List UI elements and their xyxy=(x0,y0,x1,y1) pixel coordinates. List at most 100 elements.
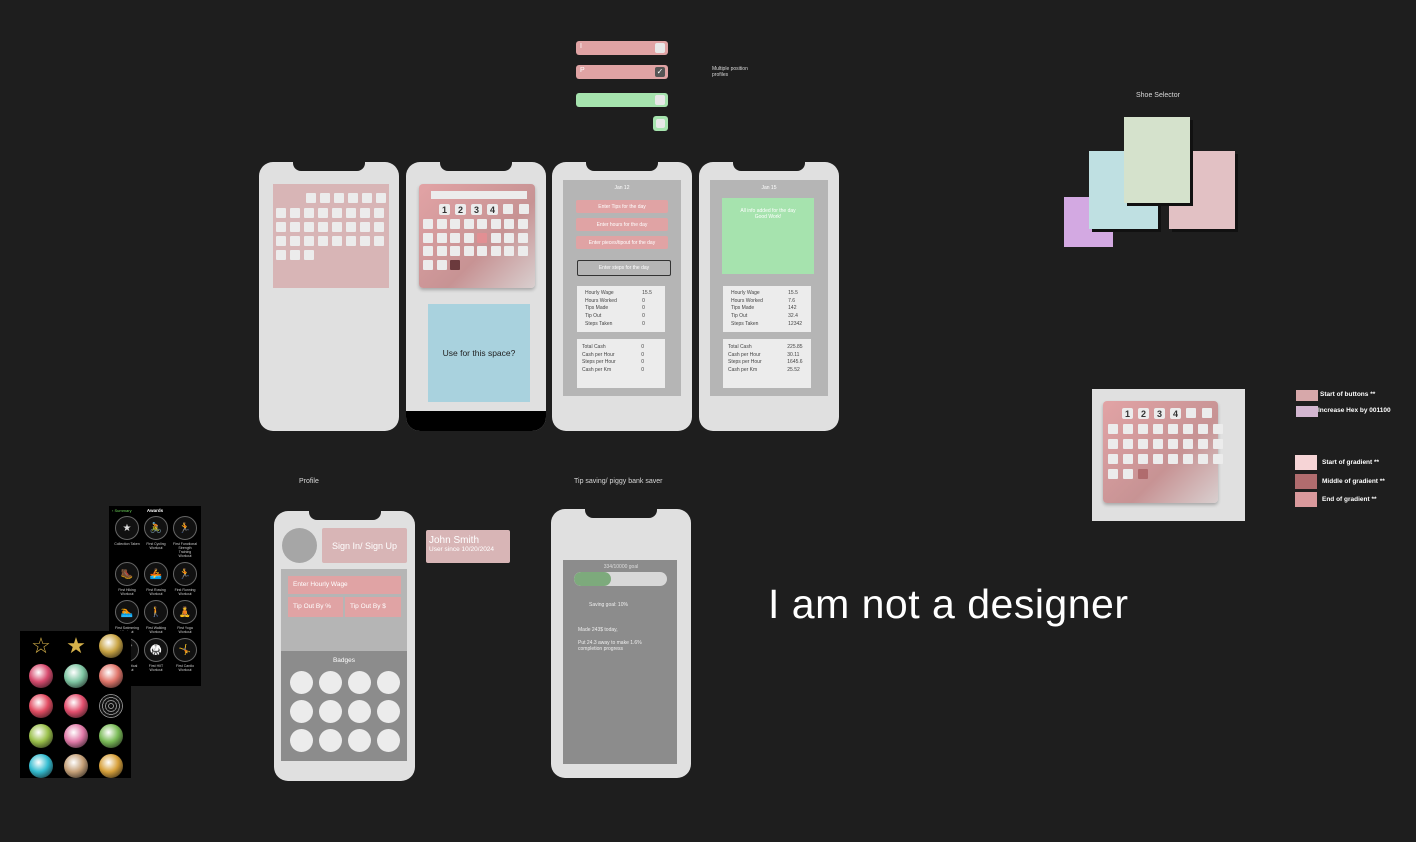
award-item[interactable]: 🧘 First Yoga Workout xyxy=(171,600,199,634)
tip-saving-title: Tip saving/ piggy bank saver xyxy=(574,478,663,485)
swatch-middle-gradient xyxy=(1295,474,1317,489)
shoe-selector-title: Shoe Selector xyxy=(1136,92,1180,99)
badge-slot[interactable] xyxy=(319,671,342,694)
award-item[interactable]: 🤸 First Cardio Workout xyxy=(171,638,199,672)
use-space-panel[interactable]: Use for this space? xyxy=(428,304,530,402)
award-icon: ★ xyxy=(115,516,139,540)
checkbox-1[interactable] xyxy=(655,43,665,53)
medal-icon[interactable] xyxy=(29,694,53,718)
user-name: John Smith xyxy=(429,535,480,546)
award-item[interactable]: 🚴 First Cycling Workout xyxy=(142,516,170,558)
badge-slot[interactable] xyxy=(348,700,371,723)
award-icon: 🥾 xyxy=(115,562,139,586)
phone-calendar-1 xyxy=(259,162,399,431)
medal-icon[interactable]: ★ xyxy=(64,634,88,658)
award-item[interactable]: 🥋 First HIIT Workout xyxy=(142,638,170,672)
weekday-3: 3 xyxy=(471,204,482,215)
award-icon: 🏊 xyxy=(115,600,139,624)
date-label: Jan 12 xyxy=(614,185,630,191)
badge-slot[interactable] xyxy=(290,700,313,723)
medals-screen: ☆ ★ xyxy=(20,631,131,778)
medal-icon[interactable] xyxy=(99,694,123,718)
badge-slot[interactable] xyxy=(377,700,400,723)
award-icon: 🚶 xyxy=(144,600,168,624)
medal-icon[interactable]: ☆ xyxy=(29,634,53,658)
award-item[interactable]: ★ Collection Taken xyxy=(113,516,141,558)
swatch-start-buttons xyxy=(1296,390,1318,401)
hourly-wage-input[interactable]: Enter Hourly Wage xyxy=(288,576,401,594)
medal-icon[interactable] xyxy=(29,664,53,688)
calendar-preview-card: 1 2 3 4 xyxy=(1103,401,1223,503)
stats-box-3: Hourly Wage 15.5 Hours Worked 7.6 Tips Mad… xyxy=(723,286,811,332)
award-item[interactable]: 🚣 First Rowing Workout xyxy=(142,562,170,596)
avatar[interactable] xyxy=(282,528,317,563)
awards-title: Awards xyxy=(146,508,164,513)
stats-box-1: Hourly Wage 15.5 Hours Worked 0 Tips Made 0… xyxy=(577,286,665,332)
badge-slot[interactable] xyxy=(377,729,400,752)
enter-tips-button[interactable]: Enter Tips for the day xyxy=(576,200,668,213)
made-today: Made 243$ today, xyxy=(578,627,618,633)
badge-slot[interactable] xyxy=(290,671,313,694)
calendar-card: 1 2 3 4 xyxy=(419,184,535,288)
phone-calendar-2: 1 2 3 4 Use for this space? xyxy=(406,162,546,431)
profile-bar-1-label: I xyxy=(580,43,582,50)
profile-title: Profile xyxy=(299,478,319,485)
medal-icon[interactable] xyxy=(99,724,123,748)
badge-slot[interactable] xyxy=(319,729,342,752)
stats-box-2: Total Cash 0 Cash per Hour 0 Steps per Hou… xyxy=(577,339,665,388)
award-icon: 🧘 xyxy=(173,600,197,624)
signin-label: Sign In/ Sign Up xyxy=(331,540,398,551)
calendar-panel xyxy=(273,184,389,288)
medal-icon[interactable] xyxy=(99,664,123,688)
award-item[interactable]: 🏊First Swimming Workout xyxy=(113,600,141,634)
checkbox-2-checked[interactable]: ✓ xyxy=(655,67,665,77)
checkbox-standalone[interactable] xyxy=(653,116,668,131)
medal-icon[interactable] xyxy=(99,634,123,658)
medal-icon[interactable] xyxy=(29,724,53,748)
award-icon: 🚣 xyxy=(144,562,168,586)
award-caption: First Functional Strength Training Worko… xyxy=(173,542,197,558)
badge-slot[interactable] xyxy=(348,729,371,752)
multiple-profiles-note: Multiple position profiles xyxy=(712,66,748,78)
tip-out-dollar-button[interactable]: Tip Out By $ xyxy=(345,597,401,617)
weekday-2: 2 xyxy=(455,204,466,215)
enter-hours-button[interactable]: Enter hours for the day xyxy=(576,218,668,231)
award-item[interactable]: 🚶 First Walking Workout xyxy=(142,600,170,634)
award-caption: First Rowing Workout xyxy=(146,588,166,596)
award-item[interactable]: 🥾 First Hiking Workout xyxy=(113,562,141,596)
badge-slot[interactable] xyxy=(290,729,313,752)
award-caption: First Cycling Workout xyxy=(146,542,166,550)
checkbox-3[interactable] xyxy=(655,95,665,105)
medal-icon[interactable] xyxy=(64,754,88,778)
tip-out-percent-button[interactable]: Tip Out By % xyxy=(288,597,343,617)
phone-tip-saving: 334/10000 goal Saving goal: 10% Made 243… xyxy=(551,509,691,778)
signin-button[interactable]: Sign In/ Sign Up xyxy=(322,528,407,563)
phone-daily-entry: Jan 12 Enter Tips for the day Enter hour… xyxy=(552,162,692,431)
award-item[interactable]: 🏃 First Functional Strength Training Work… xyxy=(171,516,199,558)
user-card: John Smith User since 10/20/2024 xyxy=(426,530,510,563)
badge-slot[interactable] xyxy=(348,671,371,694)
award-item[interactable]: 🏃 First Running Workout xyxy=(171,562,199,596)
legend-end-gradient: End of gradient ** xyxy=(1322,496,1377,503)
medal-icon[interactable] xyxy=(64,694,88,718)
shoe-card-green[interactable] xyxy=(1124,117,1190,203)
legend-increase-hex: Increase Hex by 001100 xyxy=(1318,407,1391,414)
badge-slot[interactable] xyxy=(377,671,400,694)
enter-steps-button[interactable]: Enter steps for the day xyxy=(577,260,671,276)
medal-icon[interactable] xyxy=(29,754,53,778)
profile-bar-2-label: P xyxy=(580,67,585,74)
medal-icon[interactable] xyxy=(64,724,88,748)
enter-pieces-button[interactable]: Enter pieces/tipout for the day xyxy=(576,236,668,249)
badges-title: Badges xyxy=(332,657,356,664)
medal-icon[interactable] xyxy=(64,664,88,688)
phone-profile: Sign In/ Sign Up Enter Hourly Wage Tip O… xyxy=(274,511,415,781)
swatch-start-gradient xyxy=(1295,455,1317,470)
weekday-1: 1 xyxy=(439,204,450,215)
award-caption: First Walking Workout xyxy=(145,626,167,634)
use-space-text: Use for this space? xyxy=(442,348,516,358)
legend-start-buttons: Start of buttons ** xyxy=(1320,391,1376,398)
award-caption: First Hiking Workout xyxy=(118,588,136,596)
medal-icon[interactable] xyxy=(99,754,123,778)
award-caption: First Cardio Workout xyxy=(175,664,195,672)
badge-slot[interactable] xyxy=(319,700,342,723)
